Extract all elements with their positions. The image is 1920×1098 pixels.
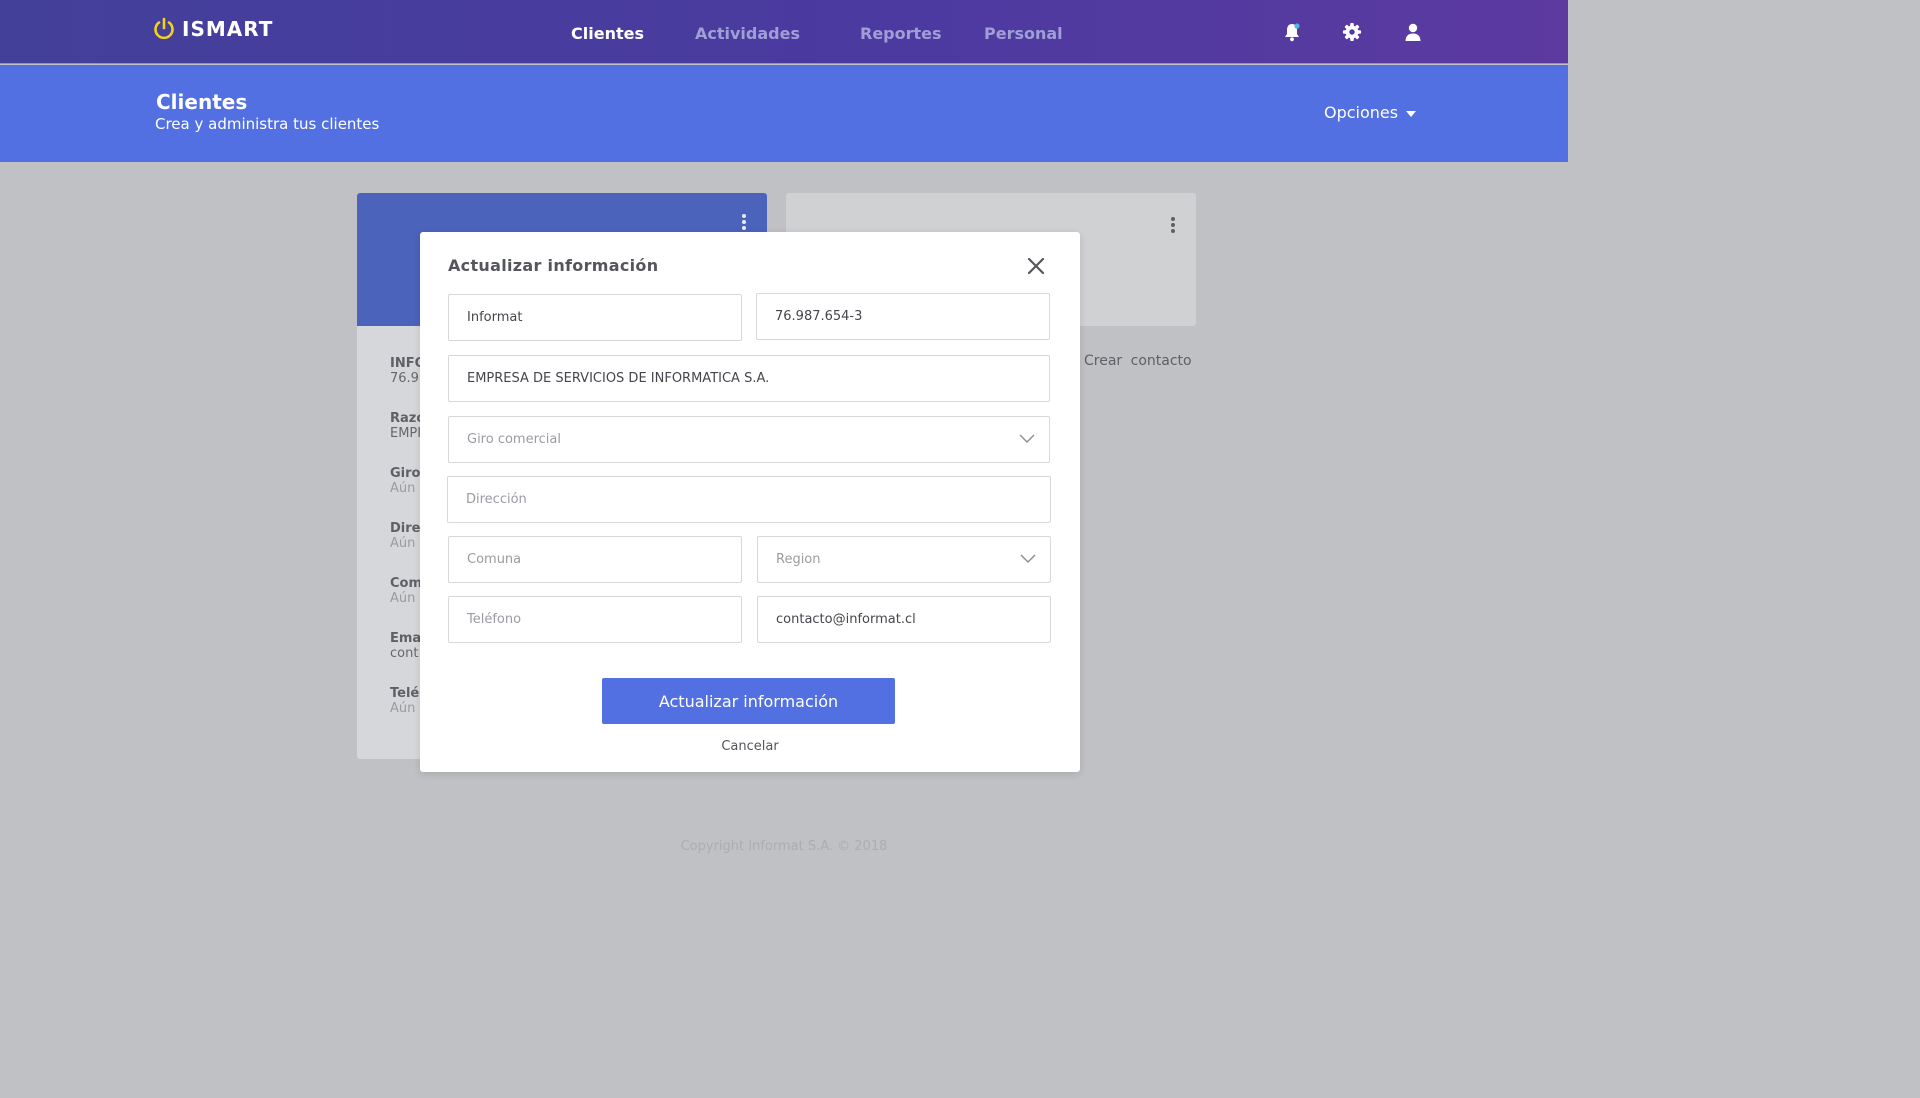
options-label: Opciones bbox=[1324, 103, 1399, 122]
kebab-icon[interactable] bbox=[1171, 217, 1175, 235]
page-subtitle: Crea y administra tus clientes bbox=[155, 115, 380, 133]
giro-comercial-placeholder: Giro comercial bbox=[467, 432, 561, 447]
region-placeholder: Region bbox=[776, 552, 821, 567]
page-title: Clientes bbox=[156, 90, 248, 114]
close-icon[interactable] bbox=[1024, 254, 1048, 278]
region-select[interactable]: Region bbox=[757, 536, 1051, 583]
nav-actividades[interactable]: Actividades bbox=[695, 24, 800, 43]
app-name: ISMART bbox=[182, 17, 274, 41]
bell-icon[interactable] bbox=[1282, 22, 1302, 42]
create-contact-link[interactable]: Crear contacto bbox=[1084, 353, 1192, 369]
rut-field[interactable] bbox=[756, 293, 1050, 340]
cancel-button[interactable]: Cancelar bbox=[420, 739, 1080, 754]
comuna-field[interactable] bbox=[448, 536, 742, 583]
modal-title: Actualizar información bbox=[448, 256, 659, 275]
nav-clientes[interactable]: Clientes bbox=[571, 24, 644, 43]
email-field[interactable] bbox=[757, 596, 1051, 643]
nav-reportes[interactable]: Reportes bbox=[860, 24, 942, 43]
razon-social-field[interactable] bbox=[448, 355, 1050, 402]
nav-personal[interactable]: Personal bbox=[984, 24, 1063, 43]
gear-icon[interactable] bbox=[1342, 22, 1362, 42]
power-icon bbox=[154, 17, 174, 40]
caret-down-icon bbox=[1406, 110, 1417, 117]
top-navbar: ISMART Clientes Actividades Reportes Per… bbox=[0, 0, 1568, 64]
update-info-button[interactable]: Actualizar información bbox=[602, 678, 895, 724]
telefono-field[interactable] bbox=[448, 596, 742, 643]
giro-comercial-select[interactable]: Giro comercial bbox=[448, 416, 1050, 463]
update-info-modal: Actualizar información Giro comercial Re… bbox=[420, 232, 1080, 772]
chevron-down-icon bbox=[1020, 554, 1036, 563]
page-header: Clientes Crea y administra tus clientes … bbox=[0, 65, 1568, 162]
logo[interactable]: ISMART bbox=[152, 17, 273, 41]
name-field[interactable] bbox=[448, 294, 742, 341]
kebab-icon[interactable] bbox=[742, 214, 746, 232]
options-dropdown[interactable]: Opciones bbox=[1324, 103, 1417, 122]
copyright: Copyright Informat S.A. © 2018 bbox=[680, 839, 888, 854]
direccion-field[interactable] bbox=[447, 476, 1051, 523]
chevron-down-icon bbox=[1019, 434, 1035, 443]
user-icon[interactable] bbox=[1403, 22, 1423, 42]
